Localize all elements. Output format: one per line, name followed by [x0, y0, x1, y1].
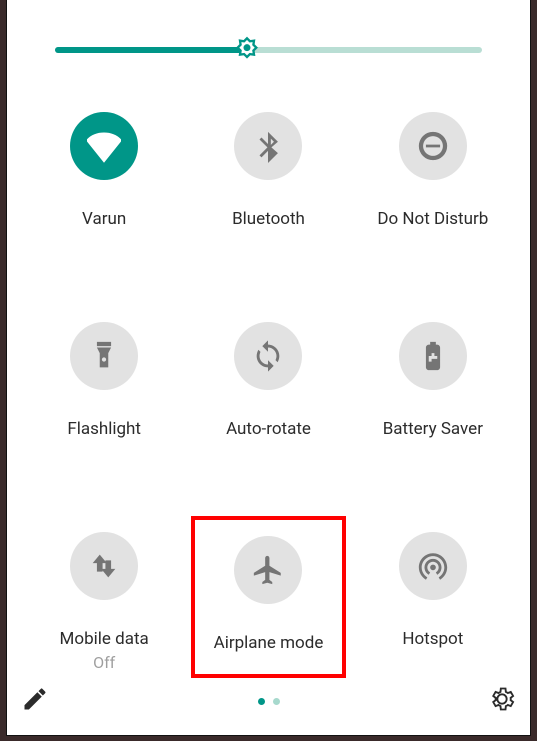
edit-button[interactable]	[21, 685, 49, 717]
tile-label: Varun	[82, 208, 126, 230]
tile-flashlight[interactable]: Flashlight	[27, 306, 181, 446]
tile-label: Airplane mode	[214, 632, 324, 654]
tile-label: Flashlight	[67, 418, 141, 440]
tile-mobile-data[interactable]: Mobile data Off	[27, 516, 181, 678]
page-dot-2	[273, 698, 280, 705]
mobile-data-icon	[70, 532, 138, 600]
tile-sublabel: Off	[93, 653, 115, 672]
tile-label: Mobile data	[60, 628, 149, 650]
brightness-track	[55, 47, 482, 53]
do-not-disturb-icon	[399, 112, 467, 180]
airplane-icon	[234, 536, 302, 604]
tile-wifi[interactable]: Varun	[27, 96, 181, 236]
settings-button[interactable]	[488, 685, 516, 717]
tile-label: Hotspot	[402, 628, 463, 650]
bluetooth-icon	[234, 112, 302, 180]
tile-label: Do Not Disturb	[377, 208, 488, 230]
tile-bluetooth[interactable]: Bluetooth	[191, 96, 345, 236]
flashlight-icon	[70, 322, 138, 390]
tile-label: Bluetooth	[232, 208, 305, 230]
tile-dnd[interactable]: Do Not Disturb	[356, 96, 510, 236]
battery-saver-icon	[399, 322, 467, 390]
page-dot-1	[258, 698, 265, 705]
tiles-grid: Varun Bluetooth Do Not Disturb Flashligh…	[27, 96, 510, 678]
pagination-dots[interactable]	[258, 698, 280, 705]
brightness-fill	[55, 47, 247, 53]
tile-label: Battery Saver	[383, 418, 483, 440]
tile-airplane-mode[interactable]: Airplane mode	[191, 516, 345, 678]
tile-hotspot[interactable]: Hotspot	[356, 516, 510, 678]
hotspot-icon	[399, 532, 467, 600]
auto-rotate-icon	[234, 322, 302, 390]
brightness-thumb-icon[interactable]	[233, 36, 261, 64]
tile-battery-saver[interactable]: Battery Saver	[356, 306, 510, 446]
quick-settings-panel: Varun Bluetooth Do Not Disturb Flashligh…	[6, 0, 531, 736]
tile-label: Auto-rotate	[226, 418, 311, 440]
wifi-icon	[70, 112, 138, 180]
bottom-bar	[21, 679, 516, 723]
tile-autorotate[interactable]: Auto-rotate	[191, 306, 345, 446]
brightness-slider[interactable]	[55, 36, 482, 64]
